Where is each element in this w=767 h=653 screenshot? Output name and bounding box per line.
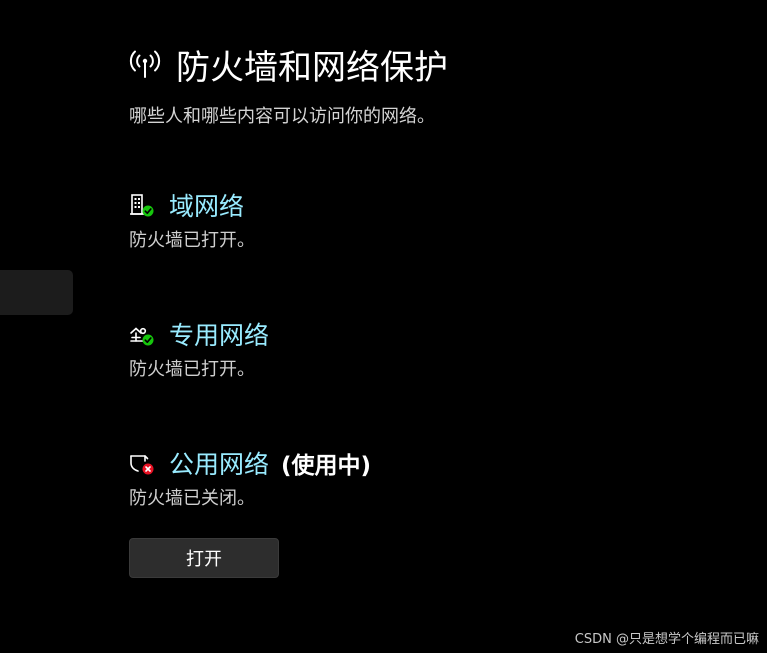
network-section-private: 专用网络 防火墙已打开。 [129,317,269,381]
network-section-public: 公用网络 (使用中) 防火墙已关闭。 [129,446,371,510]
public-network-link[interactable]: 公用网络 [169,445,269,481]
page-title: 防火墙和网络保护 [176,47,448,88]
page-subtitle: 哪些人和哪些内容可以访问你的网络。 [129,106,435,127]
public-network-status: 防火墙已关闭。 [129,488,255,509]
private-network-link[interactable]: 专用网络 [169,316,269,352]
antenna-icon [128,47,162,81]
private-network-icon [129,321,155,347]
public-network-icon [129,450,155,476]
domain-network-status: 防火墙已打开。 [129,230,255,251]
firewall-network-protection-page: 防火墙和网络保护 哪些人和哪些内容可以访问你的网络。 域网络 防火墙已打开。 专… [0,0,767,653]
public-network-active-label: (使用中) [281,453,372,479]
network-section-domain: 域网络 防火墙已打开。 [129,188,255,252]
page-header: 防火墙和网络保护 [128,40,448,88]
domain-network-link[interactable]: 域网络 [169,187,244,223]
nav-selected-indicator[interactable] [0,270,73,315]
domain-network-icon [129,192,155,218]
private-network-status: 防火墙已打开。 [129,359,255,380]
watermark: CSDN @只是想学个编程而已嘛 [574,632,759,647]
turn-on-firewall-button[interactable]: 打开 [129,538,279,578]
